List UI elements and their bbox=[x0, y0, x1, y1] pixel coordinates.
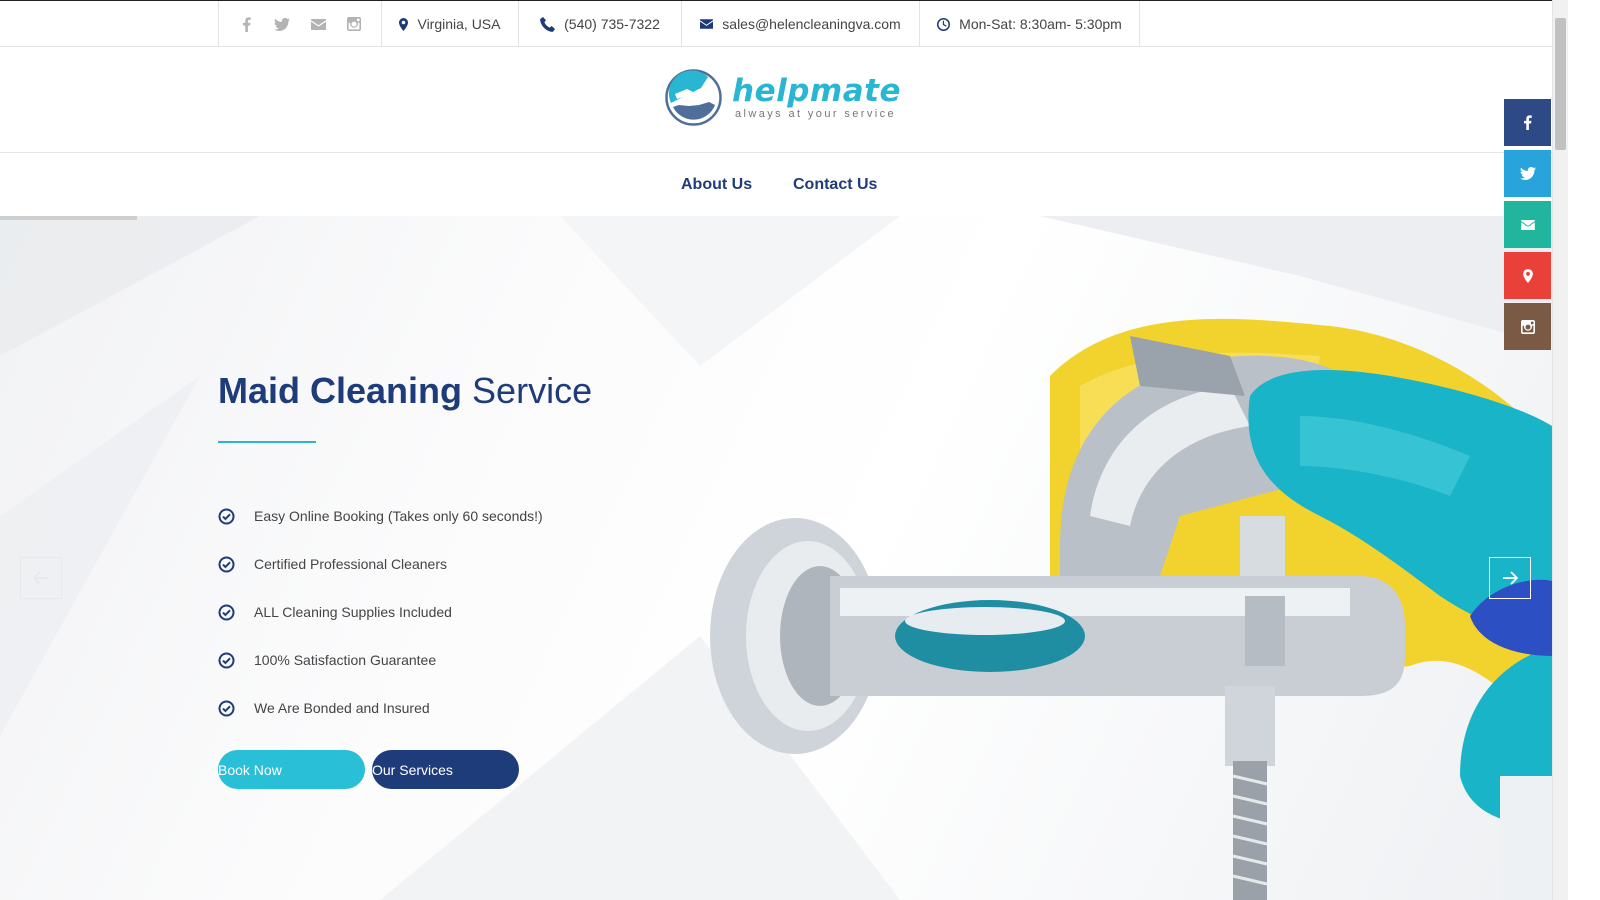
envelope-icon bbox=[700, 19, 714, 29]
list-item: Certified Professional Cleaners bbox=[218, 540, 543, 588]
our-services-button[interactable]: Our Services bbox=[372, 750, 519, 789]
hero-title-bold: Maid Cleaning bbox=[218, 370, 463, 411]
phone-icon bbox=[540, 16, 556, 32]
twitter-icon[interactable] bbox=[273, 15, 291, 33]
dock-instagram-button[interactable] bbox=[1504, 303, 1551, 350]
top-info-bar: Virginia, USA (540) 735-7322 sales@helen… bbox=[0, 0, 1568, 47]
slider-progress-bar bbox=[0, 216, 137, 220]
location-text: Virginia, USA bbox=[417, 16, 501, 32]
hero-title: Maid Cleaning Service bbox=[218, 370, 592, 412]
dock-twitter-button[interactable] bbox=[1504, 150, 1551, 197]
instagram-icon[interactable] bbox=[345, 15, 363, 33]
check-circle-icon bbox=[218, 700, 235, 716]
header-logo-area: helpmate always at your service bbox=[0, 47, 1568, 153]
mail-icon bbox=[1520, 219, 1535, 230]
feature-text: ALL Cleaning Supplies Included bbox=[254, 604, 452, 620]
email-text[interactable]: sales@helencleaningva.com bbox=[722, 16, 900, 32]
facebook-icon[interactable] bbox=[237, 15, 255, 33]
scrollbar-thumb[interactable] bbox=[1555, 18, 1566, 150]
arrow-left-icon bbox=[33, 571, 48, 585]
window-margin bbox=[1568, 0, 1600, 900]
logo-tagline: always at your service bbox=[735, 108, 897, 120]
page-scrollbar[interactable] bbox=[1552, 0, 1568, 900]
check-circle-icon bbox=[218, 556, 235, 572]
handshake-logo-icon bbox=[665, 69, 722, 126]
check-circle-icon bbox=[218, 508, 235, 524]
title-underline bbox=[218, 441, 316, 443]
feature-text: We Are Bonded and Insured bbox=[254, 700, 430, 716]
main-navigation: About Us Contact Us bbox=[0, 153, 1568, 216]
slider-prev-button[interactable] bbox=[20, 557, 62, 599]
hero-slider: Maid Cleaning Service Easy Online Bookin… bbox=[0, 216, 1552, 900]
feature-list: Easy Online Booking (Takes only 60 secon… bbox=[218, 492, 543, 732]
topbar-location: Virginia, USA bbox=[381, 1, 518, 47]
facebook-icon bbox=[1524, 115, 1532, 130]
dock-mail-button[interactable] bbox=[1504, 201, 1551, 248]
topbar-social-links bbox=[218, 1, 381, 47]
check-circle-icon bbox=[218, 652, 235, 668]
dock-facebook-button[interactable] bbox=[1504, 99, 1551, 146]
list-item: Easy Online Booking (Takes only 60 secon… bbox=[218, 492, 543, 540]
hero-title-light: Service bbox=[472, 370, 593, 411]
logo-name: helpmate bbox=[732, 73, 901, 109]
map-pin-icon bbox=[399, 17, 409, 31]
twitter-icon bbox=[1519, 167, 1536, 180]
feature-text: 100% Satisfaction Guarantee bbox=[254, 652, 437, 668]
list-item: We Are Bonded and Insured bbox=[218, 684, 543, 732]
list-item: ALL Cleaning Supplies Included bbox=[218, 588, 543, 636]
clock-icon bbox=[937, 17, 951, 31]
arrow-right-icon bbox=[1503, 571, 1518, 585]
site-logo[interactable]: helpmate always at your service bbox=[665, 69, 901, 126]
map-pin-icon bbox=[1522, 268, 1533, 283]
check-circle-icon bbox=[218, 604, 235, 620]
feature-text: Certified Professional Cleaners bbox=[254, 556, 447, 572]
topbar-hours: Mon-Sat: 8:30am- 5:30pm bbox=[919, 1, 1140, 47]
phone-text[interactable]: (540) 735-7322 bbox=[564, 16, 660, 32]
slider-next-button[interactable] bbox=[1489, 557, 1531, 599]
feature-text: Easy Online Booking (Takes only 60 secon… bbox=[254, 508, 543, 524]
dock-map-button[interactable] bbox=[1504, 252, 1551, 299]
topbar-email[interactable]: sales@helencleaningva.com bbox=[681, 1, 919, 47]
topbar-phone[interactable]: (540) 735-7322 bbox=[518, 1, 681, 47]
hours-text: Mon-Sat: 8:30am- 5:30pm bbox=[959, 16, 1122, 32]
list-item: 100% Satisfaction Guarantee bbox=[218, 636, 543, 684]
nav-contact-us[interactable]: Contact Us bbox=[793, 176, 877, 194]
mail-icon[interactable] bbox=[309, 15, 327, 33]
instagram-icon bbox=[1520, 319, 1535, 334]
floating-social-dock bbox=[1504, 99, 1551, 354]
nav-about-us[interactable]: About Us bbox=[681, 176, 752, 194]
book-now-button[interactable]: Book Now bbox=[218, 750, 365, 789]
